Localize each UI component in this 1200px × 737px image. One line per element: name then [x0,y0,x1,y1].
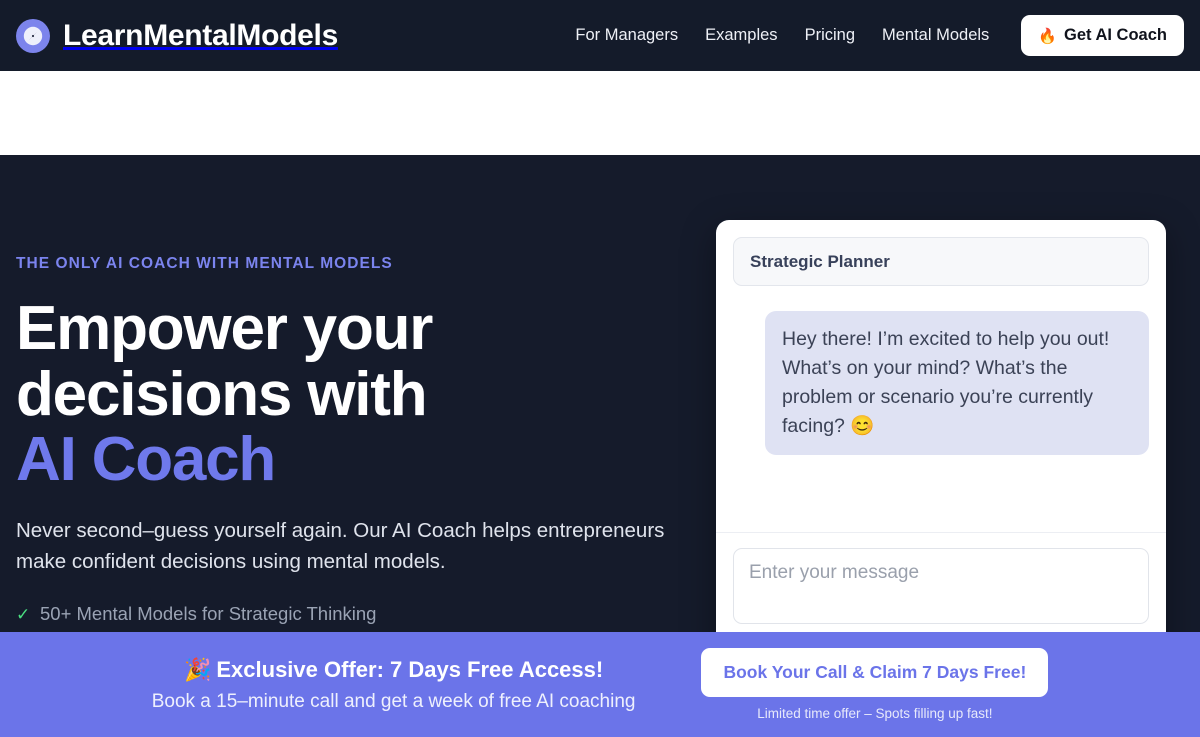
offer-title: 🎉 Exclusive Offer: 7 Days Free Access! [152,657,636,683]
get-ai-coach-label: Get AI Coach [1064,26,1167,44]
page-title: Empower your decisions with AI Coach [16,296,696,493]
nav-item-mental-models[interactable]: Mental Models [882,26,989,45]
compass-icon [16,18,50,53]
brand-name: LearnMentalModels [63,18,338,52]
assistant-message-bubble: Hey there! I’m excited to help you out! … [765,311,1149,456]
brand-logo-link[interactable]: LearnMentalModels [16,18,338,53]
offer-title-text: Exclusive Offer: 7 Days Free Access! [216,656,604,682]
hero-subcopy: Never second–guess yourself again. Our A… [16,519,665,574]
offer-action: Book Your Call & Claim 7 Days Free! Limi… [701,648,1049,721]
list-item: ✓ 50+ Mental Models for Strategic Thinki… [16,603,696,625]
party-popper-icon: 🎉 [183,656,212,682]
fire-icon: 🔥 [1038,27,1057,45]
nav-item-examples[interactable]: Examples [705,26,777,45]
persona-select-value: Strategic Planner [750,251,890,271]
nav-item-pricing[interactable]: Pricing [805,26,855,45]
site-header: LearnMentalModels For Managers Examples … [0,0,1200,71]
header-spacer-band [0,71,1200,155]
main-navigation: For Managers Examples Pricing Mental Mod… [575,15,1184,56]
offer-copy: 🎉 Exclusive Offer: 7 Days Free Access! Bo… [152,657,636,713]
hero-eyebrow: THE ONLY AI COACH WITH MENTAL MODELS [16,255,393,272]
chat-message-list: Hey there! I’m excited to help you out! … [716,286,1166,533]
persona-select[interactable]: Strategic Planner [733,237,1149,286]
headline-accent: AI Coach [16,425,276,495]
chat-widget: Strategic Planner Hey there! I’m excited… [716,220,1166,692]
get-ai-coach-button[interactable]: 🔥 Get AI Coach [1021,15,1184,56]
offer-banner: 🎉 Exclusive Offer: 7 Days Free Access! Bo… [0,632,1200,737]
offer-note: Limited time offer – Spots filling up fa… [757,706,993,721]
landing-page: LearnMentalModels For Managers Examples … [0,0,1200,737]
chat-persona-wrap: Strategic Planner [716,220,1166,286]
nav-item-for-managers[interactable]: For Managers [575,26,678,45]
message-input[interactable] [733,548,1149,624]
benefit-label: 50+ Mental Models for Strategic Thinking [40,603,377,625]
check-icon: ✓ [16,604,31,624]
book-call-button[interactable]: Book Your Call & Claim 7 Days Free! [701,648,1049,697]
offer-subtitle: Book a 15–minute call and get a week of … [151,690,636,712]
headline-line-1: Empower your decisions with [16,294,433,429]
